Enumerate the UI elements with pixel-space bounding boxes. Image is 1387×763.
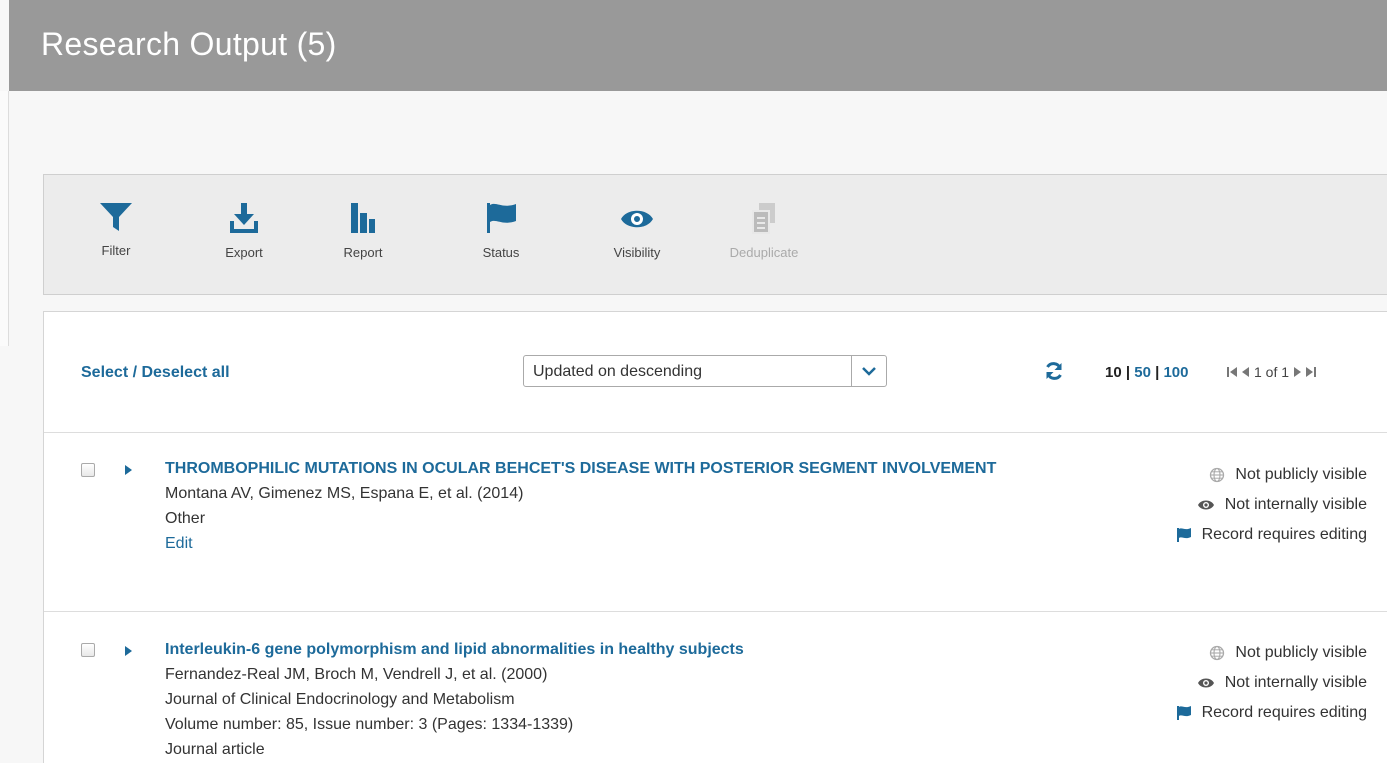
visibility-label: Visibility (613, 245, 661, 260)
page-size-50[interactable]: 50 (1134, 364, 1151, 381)
filter-icon (100, 203, 132, 231)
internal-visibility-status: Not internally visible (1107, 490, 1367, 520)
eye-icon (1197, 500, 1214, 510)
record-status: Record requires editing (1107, 520, 1367, 550)
results-panel: Select / Deselect all Updated on descend… (43, 311, 1387, 763)
deduplicate-label: Deduplicate (729, 245, 799, 260)
list-item: Interleukin-6 gene polymorphism and lipi… (44, 612, 1387, 763)
filter-label: Filter (101, 243, 131, 258)
item-status: Not publicly visible Not internally visi… (1107, 460, 1367, 550)
page-size-selector: 10 | 50 | 100 (1105, 364, 1189, 381)
flag-icon (487, 203, 516, 233)
select-all-link[interactable]: Select / Deselect all (81, 364, 230, 382)
item-journal: Journal of Clinical Endocrinology and Me… (165, 691, 515, 708)
record-status-text: Record requires editing (1201, 526, 1367, 543)
page-header: Research Output (5) (9, 0, 1387, 91)
page-size-100[interactable]: 100 (1163, 364, 1188, 381)
expand-arrow-icon[interactable] (124, 464, 133, 476)
export-label: Export (225, 245, 263, 260)
filter-button[interactable]: Filter (81, 201, 151, 258)
globe-icon (1210, 467, 1225, 483)
side-panel-edge (0, 91, 9, 346)
item-volume: Volume number: 85, Issue number: 3 (Page… (165, 716, 574, 733)
visibility-button[interactable]: Visibility (602, 201, 672, 260)
duplicate-icon (752, 203, 775, 234)
record-status-text: Record requires editing (1201, 704, 1367, 721)
item-details: Interleukin-6 gene polymorphism and lipi… (165, 637, 1045, 762)
item-status: Not publicly visible Not internally visi… (1107, 638, 1367, 728)
item-authors: Fernandez-Real JM, Broch M, Vendrell J, … (165, 666, 548, 683)
internal-visibility-text: Not internally visible (1224, 496, 1367, 513)
bar-chart-icon (351, 203, 375, 233)
status-label: Status (482, 245, 520, 260)
item-authors: Montana AV, Gimenez MS, Espana E, et al.… (165, 485, 524, 502)
deduplicate-button[interactable]: Deduplicate (729, 201, 799, 260)
flag-icon (1176, 706, 1191, 720)
item-details: THROMBOPHILIC MUTATIONS IN OCULAR BEHCET… (165, 456, 1045, 556)
internal-visibility-status: Not internally visible (1107, 668, 1367, 698)
first-page-icon[interactable] (1227, 366, 1238, 378)
item-type: Other (165, 510, 206, 527)
flag-icon (1176, 528, 1191, 542)
select-checkbox[interactable] (81, 643, 95, 657)
page-title: Research Output (5) (41, 26, 337, 62)
refresh-icon[interactable] (1044, 361, 1064, 381)
chevron-down-icon (851, 356, 886, 386)
pagination: 1 of 1 (1227, 364, 1317, 380)
page-size-current: 10 (1105, 364, 1122, 381)
last-page-icon[interactable] (1305, 366, 1317, 378)
eye-icon (1197, 678, 1214, 688)
select-checkbox[interactable] (81, 463, 95, 477)
download-icon (230, 203, 258, 233)
status-button[interactable]: Status (466, 201, 536, 260)
record-status: Record requires editing (1107, 698, 1367, 728)
item-title[interactable]: Interleukin-6 gene polymorphism and lipi… (165, 637, 1045, 662)
list-item: THROMBOPHILIC MUTATIONS IN OCULAR BEHCET… (44, 434, 1387, 612)
export-button[interactable]: Export (209, 201, 279, 260)
next-page-icon[interactable] (1293, 366, 1302, 378)
sort-value: Updated on descending (533, 363, 703, 380)
page-info: 1 of 1 (1254, 364, 1290, 380)
item-type: Journal article (165, 741, 265, 758)
edit-link[interactable]: Edit (165, 531, 1045, 556)
report-button[interactable]: Report (328, 201, 398, 260)
item-title[interactable]: THROMBOPHILIC MUTATIONS IN OCULAR BEHCET… (165, 456, 1045, 481)
separator: | (1155, 364, 1160, 381)
globe-icon (1210, 645, 1225, 661)
separator: | (1125, 364, 1131, 381)
internal-visibility-text: Not internally visible (1224, 674, 1367, 691)
report-label: Report (343, 245, 383, 260)
public-visibility-status: Not publicly visible (1107, 460, 1367, 490)
public-visibility-status: Not publicly visible (1107, 638, 1367, 668)
toolbar: Filter Export Report Status Visibility D… (43, 174, 1387, 295)
public-visibility-text: Not publicly visible (1235, 466, 1367, 483)
public-visibility-text: Not publicly visible (1235, 644, 1367, 661)
eye-icon (621, 210, 653, 228)
results-controls: Select / Deselect all Updated on descend… (44, 312, 1387, 433)
previous-page-icon[interactable] (1242, 366, 1250, 378)
expand-arrow-icon[interactable] (124, 645, 133, 657)
sort-select[interactable]: Updated on descending (523, 355, 887, 387)
